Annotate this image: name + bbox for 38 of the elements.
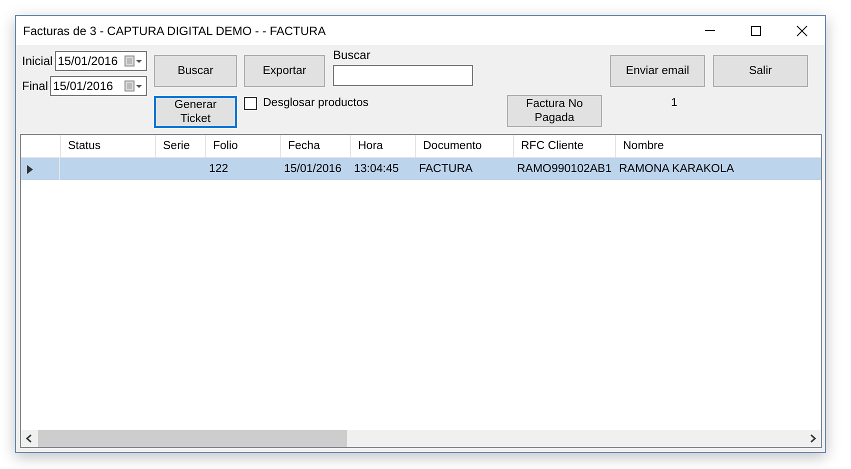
column-header[interactable]: RFC Cliente [514, 135, 616, 157]
scroll-thumb[interactable] [38, 430, 347, 447]
unpaid-invoice-button[interactable]: Factura No Pagada [507, 95, 602, 127]
maximize-icon [750, 24, 762, 36]
table-cell: RAMONA KARAKOLA [619, 163, 734, 175]
calendar-dropdown-icon [124, 55, 144, 67]
date-label: Inicial [22, 54, 53, 68]
table-row[interactable]: 122 15/01/2016 13:04:45 FACTURA RAMO990102AB1 RAMONA KARAKOLA [21, 158, 821, 180]
column-header[interactable]: Serie [156, 135, 206, 157]
table-cell: 13:04:45 [354, 163, 399, 175]
column-header[interactable]: Nombre [616, 135, 821, 157]
breakdown-checkbox[interactable]: Desglosar productos [244, 96, 368, 110]
record-count: 1 [671, 97, 678, 109]
minimize-icon [705, 30, 715, 31]
column-header[interactable]: Fecha [281, 135, 351, 157]
exit-button[interactable]: Salir [713, 55, 808, 87]
date-label: Final [22, 79, 48, 93]
window-title: Facturas de 3 - CAPTURA DIGITAL DEMO - - FACTURA [22, 24, 327, 38]
date-picker[interactable]: 15/01/2016 [50, 76, 147, 96]
search-button[interactable]: Buscar [154, 55, 237, 87]
current-row-icon [27, 164, 33, 174]
search-field[interactable] [333, 65, 473, 86]
column-header[interactable]: Documento [416, 135, 514, 157]
send-email-button[interactable]: Enviar email [610, 55, 705, 87]
table-cell: 122 [209, 163, 228, 175]
search-label: Buscar [333, 48, 372, 62]
table-cell: FACTURA [419, 163, 473, 175]
export-button[interactable]: Exportar [244, 55, 325, 87]
column-header[interactable]: Status [61, 135, 156, 157]
table-cell: RAMO990102AB1 [517, 163, 612, 175]
generate-ticket-button[interactable]: Generar Ticket [154, 96, 237, 128]
column-header[interactable]: Folio [206, 135, 281, 157]
calendar-dropdown-icon [124, 80, 144, 92]
table-cell: 15/01/2016 [284, 163, 342, 175]
column-header[interactable]: Hora [351, 135, 416, 157]
close-icon [796, 24, 808, 36]
horizontal-scrollbar[interactable] [21, 430, 821, 447]
date-picker[interactable]: 15/01/2016 [54, 51, 147, 71]
